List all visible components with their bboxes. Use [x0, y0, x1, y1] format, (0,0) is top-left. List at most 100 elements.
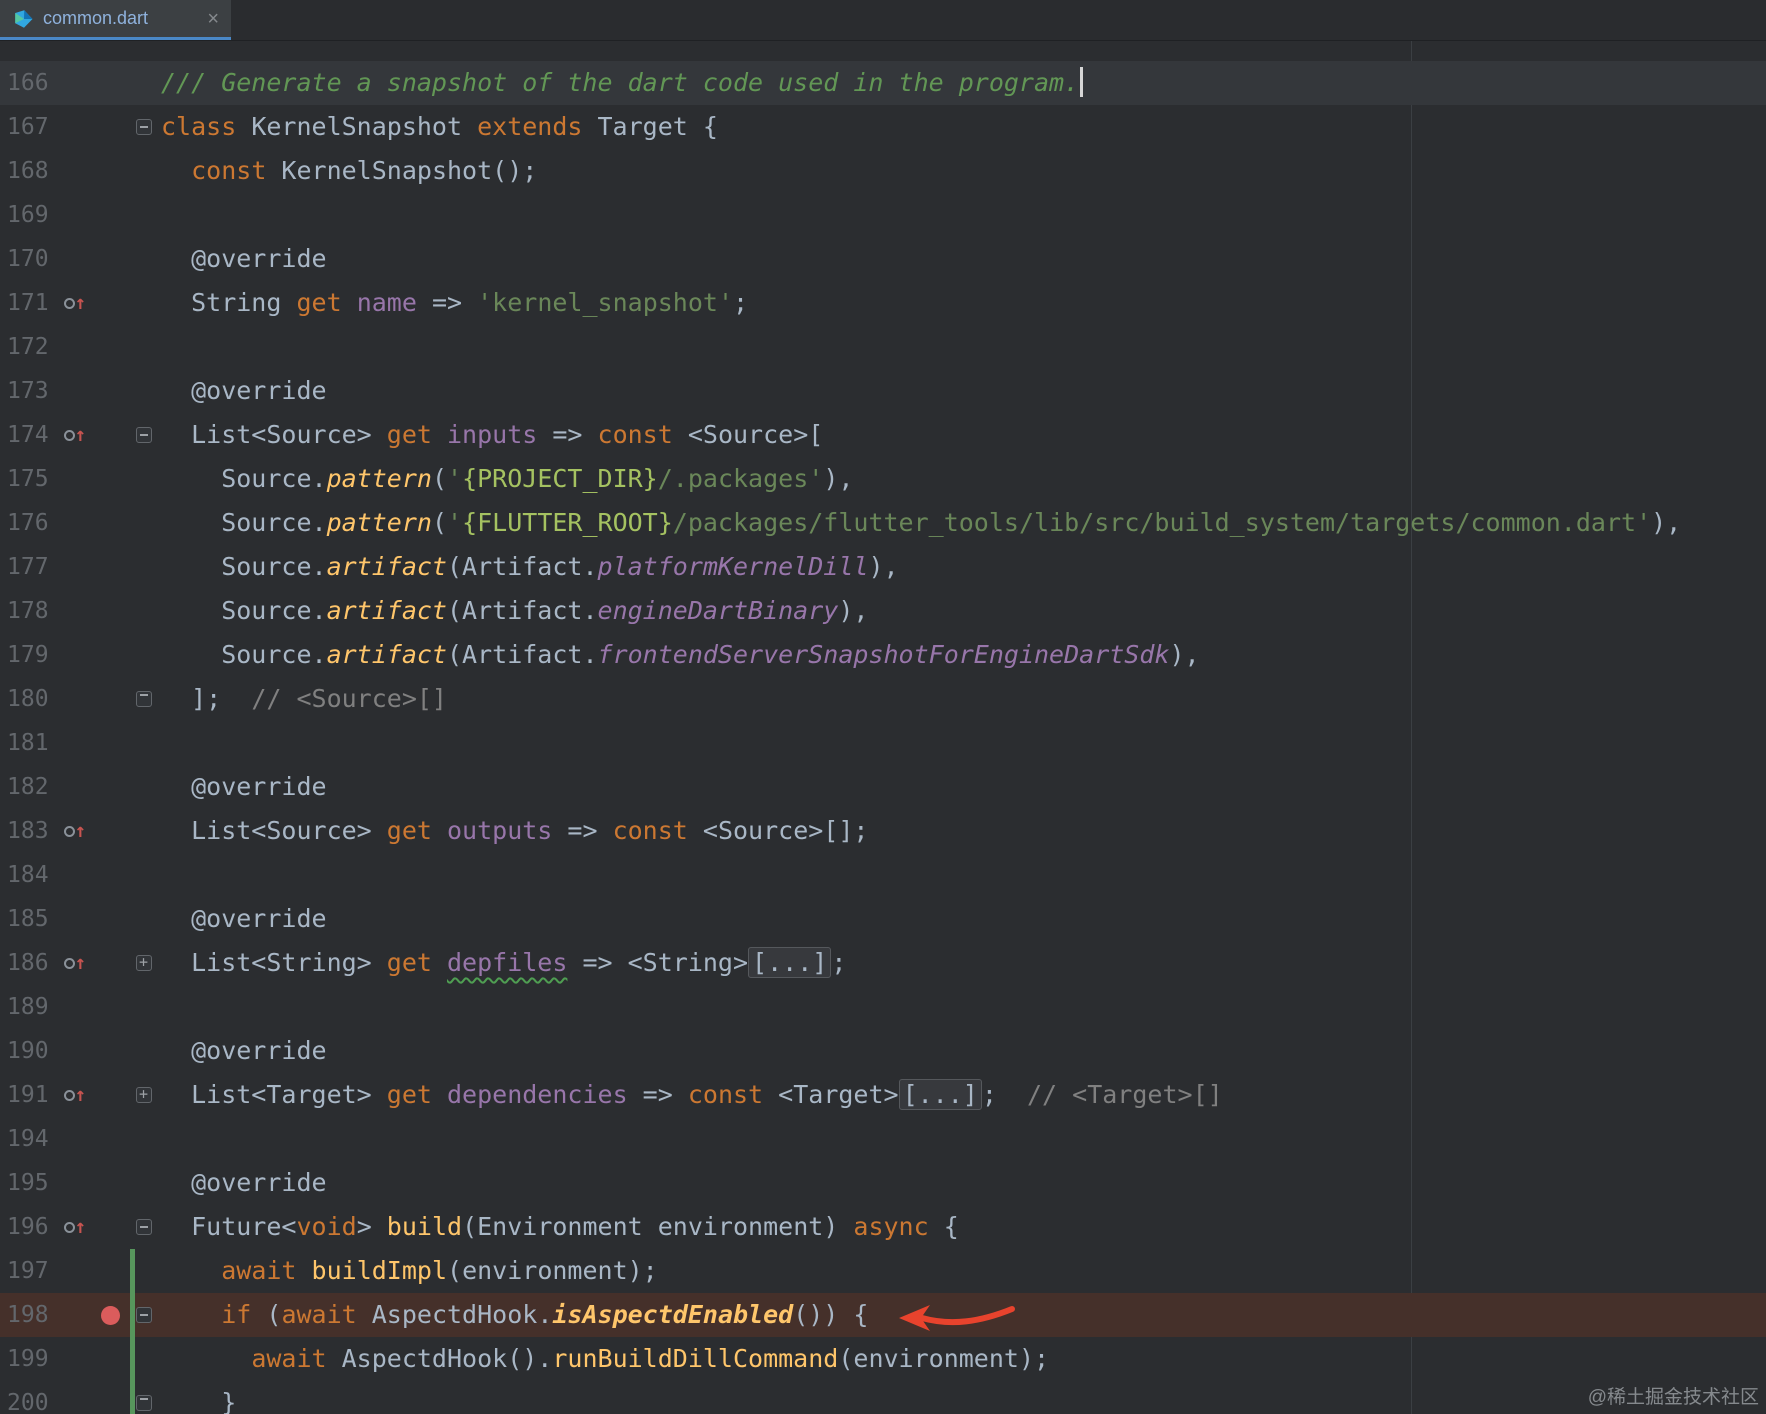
gutter-breakpoint-cell[interactable] [94, 1117, 126, 1161]
code-line[interactable]: 173 @override [0, 369, 1766, 413]
tab-common-dart[interactable]: common.dart × [0, 0, 231, 40]
fold-marker-icon[interactable] [135, 119, 152, 135]
gutter-breakpoint-cell[interactable] [94, 1029, 126, 1073]
gutter-breakpoint-cell[interactable] [94, 985, 126, 1029]
gutter-breakpoint-cell[interactable] [94, 61, 126, 105]
line-number[interactable]: 168 [0, 149, 56, 193]
fold-marker-icon[interactable] [135, 691, 152, 707]
code-line[interactable]: 174 ↑ List<Source> get inputs => const <S… [0, 413, 1766, 457]
gutter-breakpoint-cell[interactable] [94, 193, 126, 237]
line-number[interactable]: 173 [0, 369, 56, 413]
override-marker-icon[interactable]: ↑ [63, 425, 86, 445]
code-line[interactable]: 197 await buildImpl(environment); [0, 1249, 1766, 1293]
code-line[interactable]: 180 ]; // <Source>[] [0, 677, 1766, 721]
line-number[interactable]: 175 [0, 457, 56, 501]
line-number[interactable]: 186 [0, 941, 56, 985]
override-marker-icon[interactable]: ↑ [63, 1217, 86, 1237]
line-number[interactable]: 190 [0, 1029, 56, 1073]
gutter-breakpoint-cell[interactable] [94, 897, 126, 941]
code-line[interactable]: 190 @override [0, 1029, 1766, 1073]
line-number[interactable]: 178 [0, 589, 56, 633]
folded-region-chip[interactable]: [...] [898, 1079, 982, 1110]
override-marker-icon[interactable]: ↑ [63, 1085, 86, 1105]
folded-region-chip[interactable]: [...] [748, 947, 832, 978]
gutter-breakpoint-cell[interactable] [94, 1293, 126, 1337]
gutter-breakpoint-cell[interactable] [94, 809, 126, 853]
gutter-breakpoint-cell[interactable] [94, 721, 126, 765]
gutter-breakpoint-cell[interactable] [94, 677, 126, 721]
code-line[interactable]: 198 if (await AspectdHook.isAspectdEnabl… [0, 1293, 1766, 1337]
line-number[interactable]: 197 [0, 1249, 56, 1293]
gutter-breakpoint-cell[interactable] [94, 237, 126, 281]
gutter-breakpoint-cell[interactable] [94, 457, 126, 501]
gutter-breakpoint-cell[interactable] [94, 545, 126, 589]
override-marker-icon[interactable]: ↑ [63, 293, 86, 313]
fold-marker-icon[interactable] [135, 1219, 152, 1235]
code-line[interactable]: 172 [0, 325, 1766, 369]
code-line[interactable]: 199 await AspectdHook().runBuildDillComm… [0, 1337, 1766, 1381]
line-number[interactable]: 196 [0, 1205, 56, 1249]
line-number[interactable]: 172 [0, 325, 56, 369]
fold-marker-icon[interactable] [135, 1307, 152, 1323]
code-line[interactable]: 177 Source.artifact(Artifact.platformKer… [0, 545, 1766, 589]
close-tab-icon[interactable]: × [207, 9, 219, 29]
code-line[interactable]: 185 @override [0, 897, 1766, 941]
gutter-breakpoint-cell[interactable] [94, 413, 126, 457]
gutter-breakpoint-cell[interactable] [94, 589, 126, 633]
gutter-breakpoint-cell[interactable] [94, 941, 126, 985]
gutter-breakpoint-cell[interactable] [94, 1161, 126, 1205]
line-number[interactable]: 174 [0, 413, 56, 457]
code-line[interactable]: 176 Source.pattern('{FLUTTER_ROOT}/packa… [0, 501, 1766, 545]
code-line[interactable]: 186 ↑ + List<String> get depfiles => <Stri… [0, 941, 1766, 985]
gutter-breakpoint-cell[interactable] [94, 1249, 126, 1293]
code-line[interactable]: 184 [0, 853, 1766, 897]
line-number[interactable]: 167 [0, 105, 56, 149]
code-line[interactable]: 191 ↑ + List<Target> get dependencies => c… [0, 1073, 1766, 1117]
gutter-breakpoint-cell[interactable] [94, 325, 126, 369]
line-number[interactable]: 184 [0, 853, 56, 897]
code-line[interactable]: 189 [0, 985, 1766, 1029]
code-line[interactable]: 194 [0, 1117, 1766, 1161]
gutter-breakpoint-cell[interactable] [94, 149, 126, 193]
code-line[interactable]: 175 Source.pattern('{PROJECT_DIR}/.packa… [0, 457, 1766, 501]
fold-marker-icon[interactable] [135, 1395, 152, 1411]
fold-marker-icon[interactable]: + [135, 1087, 152, 1103]
line-number[interactable]: 170 [0, 237, 56, 281]
line-number[interactable]: 169 [0, 193, 56, 237]
code-line[interactable]: 196 ↑ Future<void> build(Environment envi… [0, 1205, 1766, 1249]
line-number[interactable]: 176 [0, 501, 56, 545]
line-number[interactable]: 180 [0, 677, 56, 721]
gutter-breakpoint-cell[interactable] [94, 853, 126, 897]
override-marker-icon[interactable]: ↑ [63, 953, 86, 973]
code-line[interactable]: 166 /// Generate a snapshot of the dart c… [0, 61, 1766, 105]
code-line[interactable]: 167 class KernelSnapshot extends Target { [0, 105, 1766, 149]
gutter-breakpoint-cell[interactable] [94, 369, 126, 413]
fold-marker-icon[interactable]: + [135, 955, 152, 971]
code-editor[interactable]: 166 /// Generate a snapshot of the dart c… [0, 41, 1766, 1414]
gutter-breakpoint-cell[interactable] [94, 501, 126, 545]
line-number[interactable]: 198 [0, 1293, 56, 1337]
code-line[interactable]: 168 const KernelSnapshot(); [0, 149, 1766, 193]
line-number[interactable]: 200 [0, 1381, 56, 1414]
gutter-breakpoint-cell[interactable] [94, 281, 126, 325]
line-number[interactable]: 171 [0, 281, 56, 325]
line-number[interactable]: 195 [0, 1161, 56, 1205]
code-line[interactable]: 179 Source.artifact(Artifact.frontendSer… [0, 633, 1766, 677]
gutter-breakpoint-cell[interactable] [94, 633, 126, 677]
code-line[interactable]: 178 Source.artifact(Artifact.engineDartB… [0, 589, 1766, 633]
gutter-breakpoint-cell[interactable] [94, 1205, 126, 1249]
line-number[interactable]: 177 [0, 545, 56, 589]
code-line[interactable]: 169 [0, 193, 1766, 237]
gutter-breakpoint-cell[interactable] [94, 1073, 126, 1117]
fold-marker-icon[interactable] [135, 427, 152, 443]
line-number[interactable]: 199 [0, 1337, 56, 1381]
override-marker-icon[interactable]: ↑ [63, 821, 86, 841]
line-number[interactable]: 181 [0, 721, 56, 765]
code-line[interactable]: 170 @override [0, 237, 1766, 281]
line-number[interactable]: 166 [0, 61, 56, 105]
code-line[interactable]: 195 @override [0, 1161, 1766, 1205]
line-number[interactable]: 182 [0, 765, 56, 809]
gutter-breakpoint-cell[interactable] [94, 765, 126, 809]
gutter-breakpoint-cell[interactable] [94, 105, 126, 149]
line-number[interactable]: 191 [0, 1073, 56, 1117]
